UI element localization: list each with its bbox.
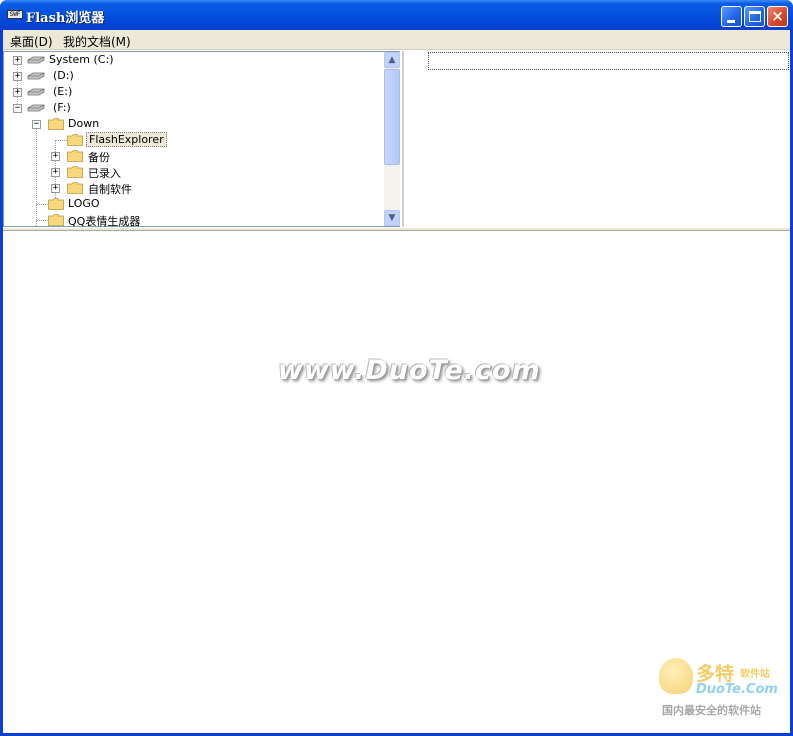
logo-slogan: 国内最安全的软件站 [662,704,761,717]
tree-item-d[interactable]: + (D:) [4,68,382,84]
scroll-up-button[interactable]: ▲ [384,52,400,68]
drive-icon [27,56,45,64]
tree-item-e[interactable]: + (E:) [4,84,382,100]
expand-icon[interactable]: + [51,152,60,161]
drive-icon [27,88,45,96]
tree-item-label: (F:) [53,101,71,114]
menu-my-documents[interactable]: 我的文档(M) [63,33,131,50]
tree-item-recorded[interactable]: + 已录入 [4,164,382,180]
collapse-icon[interactable]: − [32,120,41,129]
flash-preview-area[interactable]: www.DuoTe.com 多特 软件站 DuoTe.Com 国内最安全的软件站 [3,231,790,733]
close-button[interactable]: × [767,6,788,27]
maximize-icon [749,11,761,22]
tree-item-label: (D:) [53,69,74,82]
maximize-button[interactable] [744,6,765,27]
folder-icon [48,198,64,210]
logo-subtitle: 软件站 [740,669,770,680]
tree-item-label: Down [68,117,100,130]
tree-item-label: 自制软件 [88,183,132,196]
expand-icon[interactable]: + [13,72,22,81]
tree-item-qq-emoticon-generator[interactable]: QQ表情生成器 [4,212,382,228]
app-window: SWF Flash浏览器 × 桌面(D) 我的文档(M) + System (C… [0,0,793,736]
path-field[interactable] [428,52,789,70]
menu-desktop[interactable]: 桌面(D) [10,33,53,50]
tree-item-logo[interactable]: LOGO [4,196,382,212]
collapse-icon[interactable]: − [13,104,22,113]
menu-bar: 桌面(D) 我的文档(M) [3,30,790,50]
watermark-text: www.DuoTe.com [278,355,541,386]
logo-domain: DuoTe.Com [696,682,778,697]
expand-icon[interactable]: + [51,168,60,177]
minimize-button[interactable] [721,6,742,27]
expand-icon[interactable]: + [13,88,22,97]
folder-open-icon [67,134,83,146]
window-title: Flash浏览器 [26,11,105,26]
tree-item-self-made-software[interactable]: + 自制软件 [4,180,382,196]
tree-vertical-scrollbar[interactable]: ▲ ▼ [384,52,400,226]
tree-item-backup[interactable]: + 备份 [4,148,382,164]
scroll-down-button[interactable]: ▼ [384,210,400,226]
app-icon: SWF [7,10,23,19]
title-bar[interactable]: SWF Flash浏览器 × [0,0,793,30]
tree-item-label: System (C:) [49,53,114,66]
folder-tree[interactable]: + System (C:) + (D:) + (E:) − (F:) − Dow… [3,51,400,228]
tree-item-f[interactable]: − (F:) [4,100,382,116]
tree-item-down[interactable]: − Down [4,116,382,132]
tree-item-label: 已录入 [88,167,121,180]
folder-icon [48,118,64,130]
folder-icon [67,150,83,162]
folder-icon [67,166,83,178]
expand-icon[interactable]: + [51,184,60,193]
minimize-icon [727,20,735,23]
tree-item-label: LOGO [68,197,100,210]
tree-item-label: 备份 [88,151,110,164]
tree-item-label: FlashExplorer [86,132,167,147]
tree-item-system-c[interactable]: + System (C:) [4,52,382,68]
file-list-pane[interactable] [402,51,790,227]
logo-mascot-icon [659,658,693,694]
client-area: 桌面(D) 我的文档(M) + System (C:) + (D:) + (E:… [3,30,790,733]
expand-icon[interactable]: + [13,56,22,65]
tree-item-label: (E:) [53,85,73,98]
tree-item-flashexplorer[interactable]: FlashExplorer [4,132,382,148]
drive-icon [27,72,45,80]
scroll-thumb[interactable] [384,69,400,165]
drive-icon [27,104,45,112]
folder-icon [48,214,64,226]
close-icon: × [771,7,784,25]
folder-icon [67,182,83,194]
